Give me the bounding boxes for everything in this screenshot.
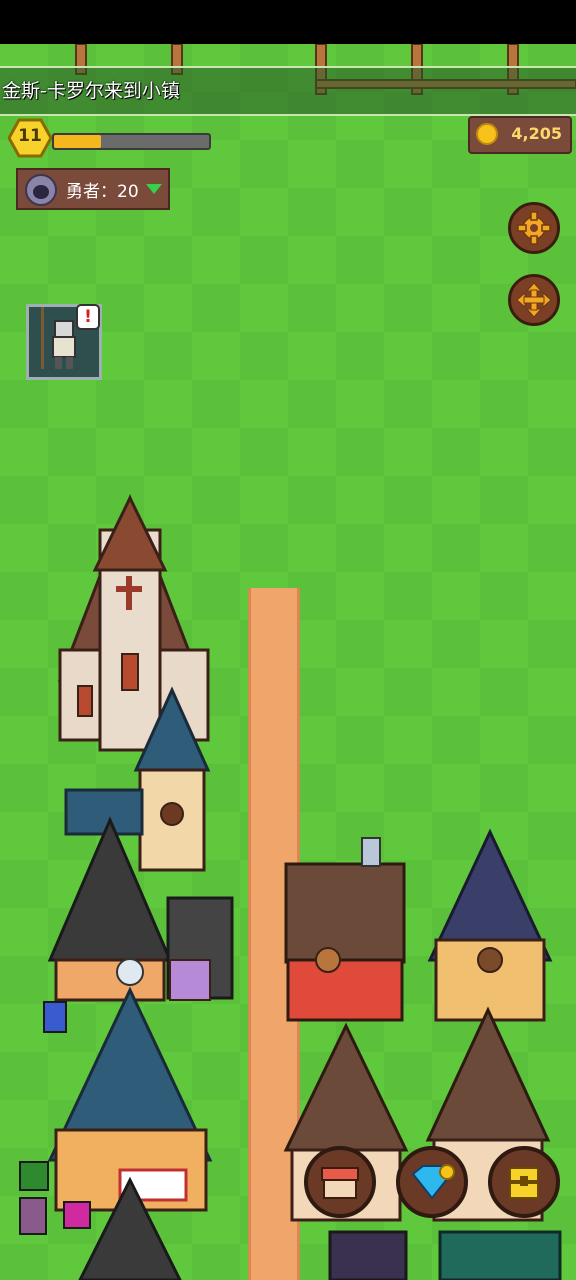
xp-fill — [54, 135, 101, 148]
dropdown-arrow-icon — [146, 184, 162, 194]
settings-button[interactable] — [508, 202, 560, 254]
alert-icon: ! — [76, 304, 100, 330]
hero-count-label: 勇者：20 — [66, 182, 139, 202]
move-button[interactable] — [508, 274, 560, 326]
gold-panel: 4,205 — [468, 116, 572, 154]
level-number: 11 — [18, 126, 42, 146]
town-buildings — [19, 493, 562, 1280]
gems-button[interactable] — [396, 1146, 468, 1218]
chest-icon — [509, 1167, 539, 1199]
coin-icon — [476, 123, 498, 145]
news-ticker: 金斯-卡罗尔来到小镇 — [0, 66, 576, 116]
xp-bar — [52, 133, 211, 150]
shop-button[interactable] — [304, 1146, 376, 1218]
navy-roof-house — [427, 828, 553, 1022]
ticker-message: 金斯-卡罗尔来到小镇 — [2, 80, 180, 102]
status-bar — [0, 0, 576, 44]
gem-icon — [411, 1164, 455, 1200]
move-arrows-icon — [516, 282, 552, 318]
gear-icon — [517, 211, 551, 245]
brick-house — [284, 837, 406, 1022]
church — [57, 493, 210, 752]
hooded-hero-icon — [25, 174, 57, 206]
shop-icon — [321, 1167, 359, 1199]
hero-count-panel[interactable]: 勇者：20 — [16, 168, 170, 210]
level-badge[interactable]: 11 — [7, 118, 53, 158]
gold-amount: 4,205 — [511, 124, 562, 143]
chest-button[interactable] — [488, 1146, 560, 1218]
